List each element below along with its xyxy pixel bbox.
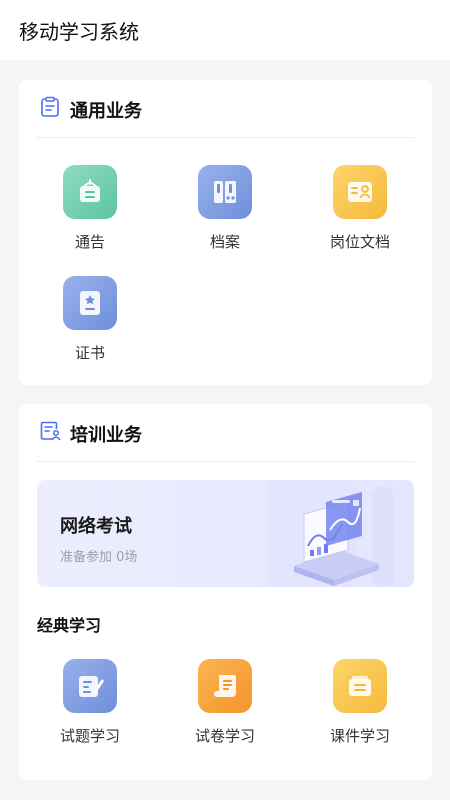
archive-icon [198, 165, 252, 219]
grid-item-archive[interactable]: 档案 [170, 165, 280, 252]
training-business-card: 培训业务 网络考试 准备参加 0场 经典学习 试题学习 试卷学习 课件学习 [19, 404, 432, 780]
app-title: 移动学习系统 [19, 20, 139, 44]
grid-item-post-document[interactable]: 岗位文档 [305, 165, 415, 252]
grid-item-label: 证书 [74, 344, 105, 362]
exam-illustration-icon [266, 480, 394, 587]
grid-item-label: 试题学习 [59, 727, 120, 745]
training-doc-icon [40, 421, 61, 441]
online-exam-subtitle: 准备参加 0场 [60, 550, 138, 565]
clipboard-icon [41, 96, 59, 117]
grid-item-label: 试卷学习 [194, 727, 255, 745]
online-exam-title: 网络考试 [60, 516, 132, 537]
grid-item-paper-study[interactable]: 试卷学习 [170, 659, 280, 746]
grid-item-notice[interactable]: 通告 [35, 165, 145, 252]
online-exam-banner[interactable]: 网络考试 准备参加 0场 [37, 480, 414, 587]
grid-item-courseware-study[interactable]: 课件学习 [305, 659, 415, 746]
grid-item-label: 岗位文档 [329, 233, 390, 251]
question-study-icon [63, 659, 117, 713]
grid-item-certificate[interactable]: 证书 [35, 276, 145, 363]
grid-item-label: 通告 [74, 233, 105, 251]
general-business-header: 通用业务 [37, 80, 414, 138]
paper-study-icon [198, 659, 252, 713]
classic-study-label: 经典学习 [37, 616, 102, 635]
grid-item-label: 课件学习 [329, 727, 390, 745]
training-business-header: 培训业务 [37, 404, 414, 462]
general-business-title: 通用业务 [70, 101, 142, 122]
top-bar: 移动学习系统 [0, 0, 450, 60]
grid-item-question-study[interactable]: 试题学习 [35, 659, 145, 746]
training-business-title: 培训业务 [70, 425, 142, 446]
courseware-study-icon [333, 659, 387, 713]
general-business-card: 通用业务 通告 档案 岗位文档 证书 [19, 80, 432, 385]
grid-item-label: 档案 [209, 233, 240, 251]
notice-icon [63, 165, 117, 219]
post-document-icon [333, 165, 387, 219]
certificate-icon [63, 276, 117, 330]
